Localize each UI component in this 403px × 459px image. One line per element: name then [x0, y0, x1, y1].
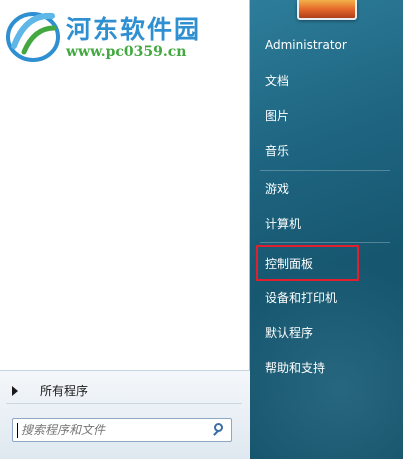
- menu-item-music[interactable]: 音乐: [257, 136, 397, 164]
- watermark-logo-icon: [6, 12, 60, 62]
- menu-item-administrator[interactable]: Administrator: [257, 31, 397, 59]
- watermark: 河东软件园 www.pc0359.cn: [0, 0, 250, 72]
- arrow-right-icon: [12, 385, 18, 396]
- search-icon[interactable]: [209, 419, 231, 441]
- search-box[interactable]: [12, 418, 232, 442]
- watermark-title: 河东软件园: [66, 15, 202, 44]
- search-input[interactable]: [13, 420, 209, 440]
- all-programs-label: 所有程序: [40, 384, 89, 398]
- menu-item-help-support[interactable]: 帮助和支持: [257, 353, 397, 381]
- highlight-box: [256, 245, 359, 281]
- menu-item-pictures[interactable]: 图片: [257, 101, 397, 129]
- menu-item-games[interactable]: 游戏: [257, 174, 397, 202]
- text-caret: [17, 423, 18, 438]
- all-programs-button[interactable]: 所有程序: [6, 378, 242, 404]
- separator: [260, 170, 390, 171]
- watermark-url: www.pc0359.cn: [66, 44, 187, 60]
- menu-item-documents[interactable]: 文档: [257, 66, 397, 94]
- menu-item-computer[interactable]: 计算机: [257, 209, 397, 237]
- user-avatar[interactable]: [297, 0, 357, 20]
- menu-item-default-programs[interactable]: 默认程序: [257, 318, 397, 346]
- menu-item-devices-printers[interactable]: 设备和打印机: [257, 283, 397, 311]
- separator: [260, 242, 390, 243]
